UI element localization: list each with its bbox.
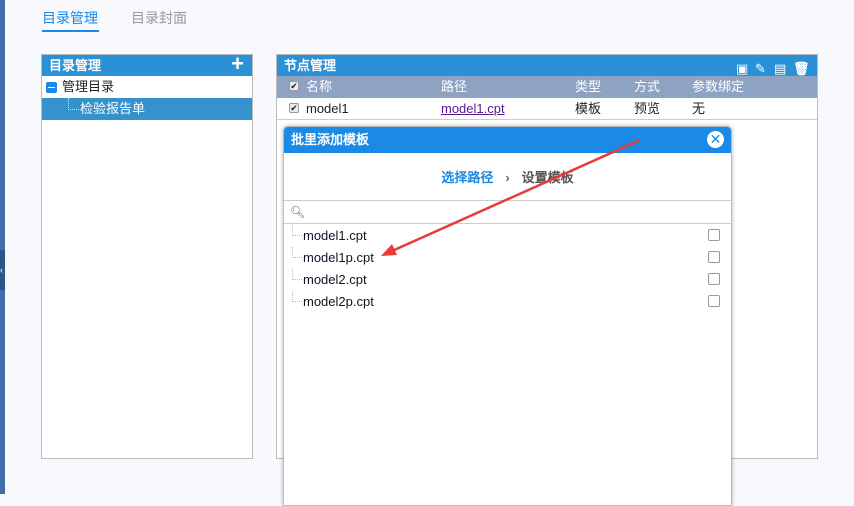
- annotation-arrow: [381, 138, 641, 256]
